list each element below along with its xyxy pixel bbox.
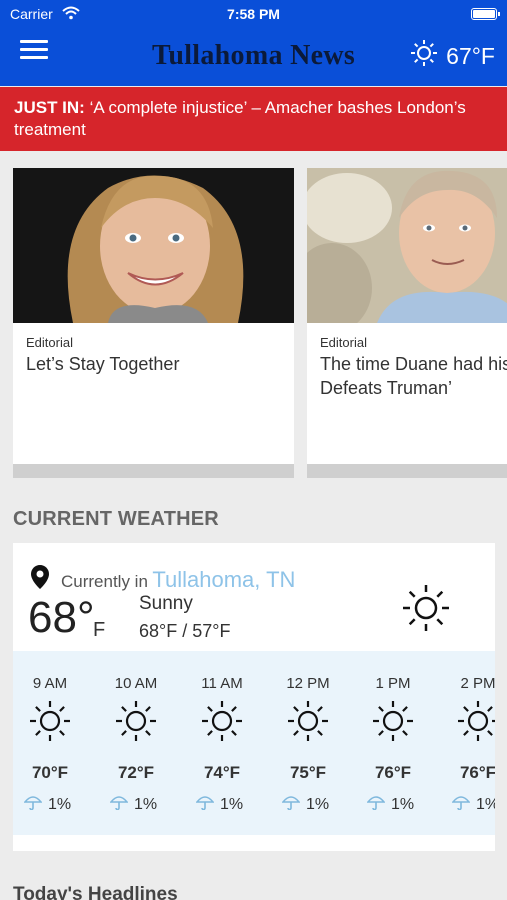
location-pin-icon <box>31 565 49 594</box>
precip-value: 1% <box>306 795 330 813</box>
article-photo-man <box>307 168 507 323</box>
hour-label: 10 AM <box>114 675 158 692</box>
umbrella-icon <box>366 794 386 815</box>
currently-in-label: Currently in <box>61 571 148 591</box>
sun-icon <box>28 699 72 748</box>
precipitation: 1% <box>451 794 495 815</box>
hour-temperature: 70°F <box>31 763 69 782</box>
umbrella-icon <box>23 794 43 815</box>
article-category: Editorial <box>26 335 73 350</box>
weather-condition: Sunny <box>139 593 193 614</box>
article-title: Let’s Stay Together <box>26 354 180 374</box>
sun-icon <box>410 39 438 73</box>
precipitation: 1% <box>109 794 158 815</box>
temperature-unit: F <box>93 619 106 641</box>
article-title: The time Duane had his ‘Dewey Defeats Tr… <box>320 354 507 398</box>
sun-icon <box>200 699 244 748</box>
app-header: Carrier 7:58 PM Tullahoma News 67°F <box>0 0 507 86</box>
article-carousel[interactable]: Editorial Let’s Stay Together Editorial … <box>13 168 507 478</box>
article-category: Editorial <box>320 335 367 350</box>
hour-temperature: 76°F <box>459 763 495 782</box>
article-card[interactable]: Editorial The time Duane had his ‘Dewey … <box>307 168 507 478</box>
header-weather[interactable]: 67°F <box>410 40 495 72</box>
hourly-item[interactable]: 10 AM 72°F 1% <box>100 651 186 835</box>
status-bar: Carrier 7:58 PM <box>0 6 507 24</box>
card-footer <box>13 464 294 478</box>
hour-label: 11 AM <box>201 675 243 692</box>
sun-icon <box>286 699 330 748</box>
card-footer <box>307 464 507 478</box>
hourly-item[interactable]: 9 AM 70°F 1% <box>14 651 100 835</box>
hour-temperature: 76°F <box>374 763 412 782</box>
hourly-item[interactable]: 12 PM 75°F 1% <box>272 651 358 835</box>
weather-widget[interactable]: Currently in Tullahoma, TN 68° F Sunny 6… <box>13 543 495 851</box>
hour-label: 9 AM <box>32 675 68 692</box>
precip-value: 1% <box>220 795 244 813</box>
current-temperature: 68° <box>28 593 95 642</box>
sun-icon <box>401 583 451 638</box>
sun-icon <box>371 699 415 748</box>
hour-temperature: 72°F <box>117 763 155 782</box>
hour-temperature: 75°F <box>289 763 327 782</box>
hourly-item[interactable]: 11 AM 74°F 1% <box>186 651 272 835</box>
precipitation: 1% <box>23 794 72 815</box>
city-link[interactable]: Tullahoma, TN <box>152 567 295 592</box>
hour-label: 12 PM <box>286 675 330 692</box>
location-row: Currently in Tullahoma, TN <box>31 565 295 594</box>
header-temperature: 67°F <box>446 42 495 69</box>
hourly-item[interactable]: 1 PM 76°F 1% <box>357 651 443 835</box>
hour-label: 2 PM <box>460 675 495 692</box>
umbrella-icon <box>195 794 215 815</box>
precip-value: 1% <box>476 795 495 813</box>
hour-label: 1 PM <box>375 675 411 692</box>
precip-value: 1% <box>391 795 415 813</box>
battery-icon <box>471 8 500 20</box>
todays-headlines-heading: Today's Headlines <box>13 884 178 900</box>
breaking-label: JUST IN: <box>14 98 85 117</box>
article-card[interactable]: Editorial Let’s Stay Together <box>13 168 294 478</box>
status-time: 7:58 PM <box>227 6 280 22</box>
precipitation: 1% <box>281 794 330 815</box>
precip-value: 1% <box>48 795 72 813</box>
hourly-forecast[interactable]: 9 AM 70°F 1% 10 AM 72°F 1% 11 AM 74°F 1%… <box>13 651 495 835</box>
high-low-temperature: 68°F / 57°F <box>139 621 231 641</box>
hourly-item[interactable]: 2 PM 76°F 1% <box>442 651 495 835</box>
article-photo-woman <box>13 168 294 323</box>
sun-icon <box>456 699 495 748</box>
precipitation: 1% <box>366 794 415 815</box>
current-weather-heading: CURRENT WEATHER <box>13 508 219 530</box>
umbrella-icon <box>451 794 471 815</box>
precip-value: 1% <box>134 795 158 813</box>
sun-icon <box>114 699 158 748</box>
umbrella-icon <box>109 794 129 815</box>
umbrella-icon <box>281 794 301 815</box>
breaking-news-banner[interactable]: JUST IN: ‘A complete injustice’ – Amache… <box>0 87 507 151</box>
precipitation: 1% <box>195 794 244 815</box>
hour-temperature: 74°F <box>203 763 241 782</box>
